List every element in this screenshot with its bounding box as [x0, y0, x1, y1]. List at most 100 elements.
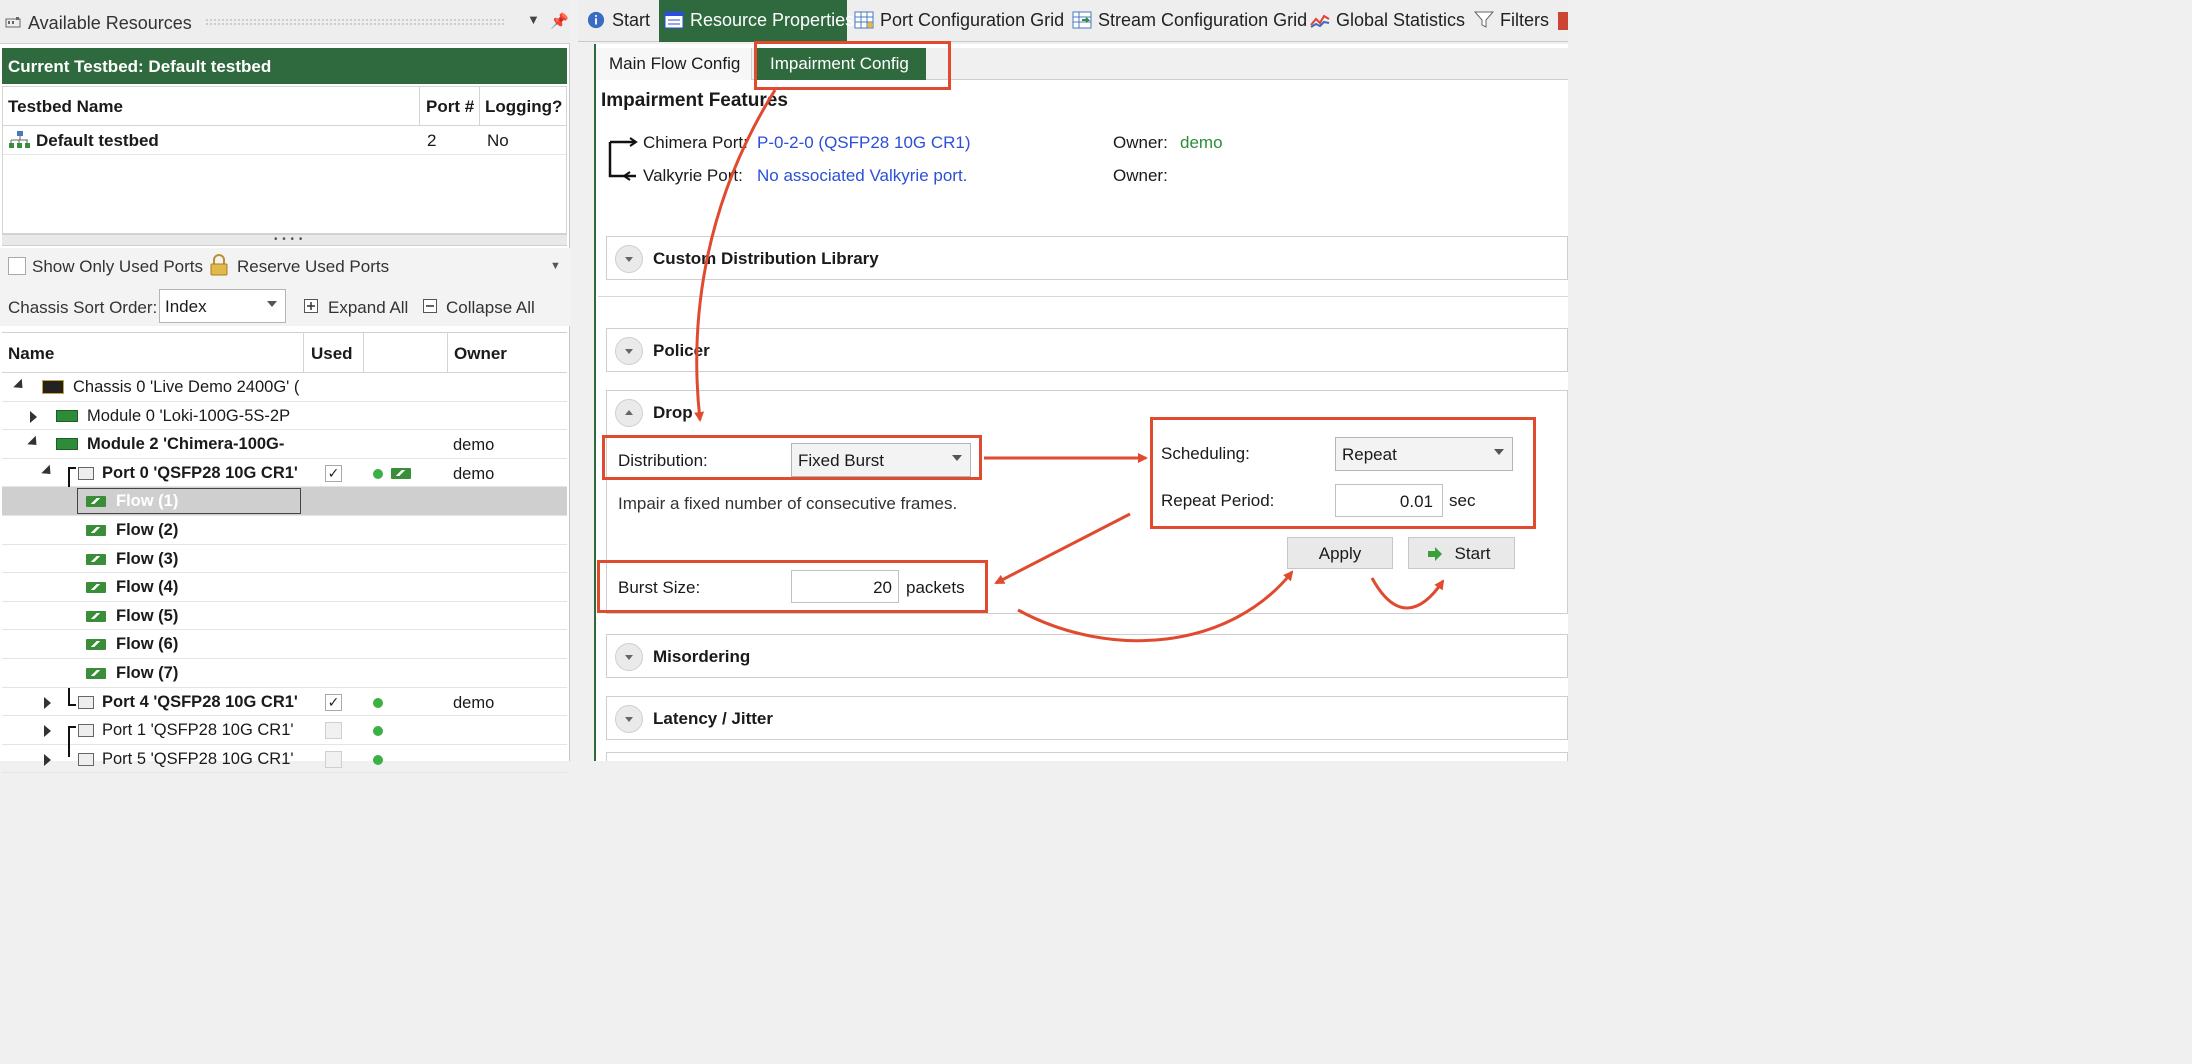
- collapsed-arrow-icon[interactable]: [30, 410, 37, 423]
- tree-row-port-1[interactable]: Port 1 'QSFP28 10G CR1': [2, 716, 567, 747]
- valkyrie-port-link[interactable]: No associated Valkyrie port.: [757, 166, 967, 186]
- owner-label: Owner:: [1113, 166, 1168, 185]
- tree-row-flow-5[interactable]: Flow (5): [2, 602, 567, 631]
- col-owner[interactable]: Owner: [448, 333, 567, 373]
- divider: [598, 296, 1568, 297]
- module-icon: [56, 409, 78, 422]
- owner-value: demo: [1180, 133, 1223, 152]
- arrow-right-icon: [1428, 547, 1442, 561]
- collapsed-arrow-icon[interactable]: [44, 696, 51, 709]
- properties-icon: [664, 11, 684, 29]
- expanded-arrow-icon[interactable]: [27, 435, 41, 450]
- tab-start[interactable]: Start: [586, 0, 650, 42]
- chimera-port-link[interactable]: P-0-2-0 (QSFP28 10G CR1): [757, 133, 971, 153]
- overflow-tab-icon[interactable]: [1558, 12, 1568, 30]
- tree-row-module-2[interactable]: Module 2 'Chimera-100G- demo: [2, 430, 567, 459]
- tab-resource-properties[interactable]: Resource Properties: [659, 0, 854, 42]
- port-pair-bracket: [68, 687, 76, 706]
- owner-label: Owner:: [1113, 133, 1168, 152]
- reserve-used-ports-button[interactable]: Reserve Used Ports: [237, 257, 389, 277]
- expanded-arrow-icon[interactable]: [13, 378, 27, 393]
- tree-row-flow-1[interactable]: Flow (1): [2, 487, 567, 516]
- status-dot-icon: [373, 468, 383, 479]
- col-testbed-name[interactable]: Testbed Name: [3, 87, 420, 125]
- focus-rect: [77, 488, 301, 515]
- tree-row-port-5[interactable]: Port 5 'QSFP28 10G CR1': [2, 744, 567, 774]
- tab-global-statistics[interactable]: Global Statistics: [1310, 0, 1465, 42]
- col-logging[interactable]: Logging?: [480, 87, 566, 125]
- impairment-features-title: Impairment Features: [601, 90, 788, 111]
- chevron-down-icon: [267, 301, 277, 307]
- chevron-down-icon[interactable]: [615, 245, 643, 273]
- show-used-ports-checkbox[interactable]: [8, 257, 26, 275]
- testbed-row[interactable]: Default testbed 2 No: [3, 125, 566, 155]
- col-status[interactable]: [364, 333, 448, 373]
- statistics-icon: [1310, 14, 1330, 28]
- resources-icon: [5, 17, 21, 28]
- collapse-all-button[interactable]: Collapse All: [446, 298, 535, 318]
- annotation-box-scheduling: [1150, 417, 1536, 529]
- tree-row-flow-7[interactable]: Flow (7): [2, 659, 567, 688]
- available-resources-panel: Available Resources ▼ 📌 Current Testbed:…: [0, 0, 570, 774]
- expanded-arrow-icon[interactable]: [41, 464, 55, 479]
- collapsed-arrow-icon[interactable]: [44, 725, 51, 738]
- show-used-ports-label[interactable]: Show Only Used Ports: [32, 257, 203, 277]
- flow-icon: [86, 496, 106, 508]
- panel-drag-grip[interactable]: [205, 18, 505, 26]
- chevron-up-icon[interactable]: [615, 399, 643, 427]
- section-policer[interactable]: Policer: [606, 328, 1568, 372]
- tree-row-port-0[interactable]: Port 0 'QSFP28 10G CR1' ✓ demo: [2, 459, 567, 489]
- port-used-checkbox[interactable]: [325, 722, 342, 740]
- flow-icon: [86, 582, 106, 594]
- collapse-all-icon: [423, 299, 437, 313]
- section-latency-jitter[interactable]: Latency / Jitter: [606, 696, 1568, 740]
- port-used-checkbox[interactable]: ✓: [325, 464, 342, 482]
- tab-stream-configuration-grid[interactable]: Stream Configuration Grid: [1072, 0, 1307, 42]
- apply-button[interactable]: Apply: [1287, 537, 1393, 569]
- chassis-sort-select[interactable]: Index: [159, 289, 286, 323]
- flow-icon: [86, 639, 106, 651]
- col-port-count[interactable]: Port #: [420, 87, 480, 125]
- pin-icon[interactable]: 📌: [550, 12, 569, 30]
- lock-icon: [210, 254, 228, 276]
- section-custom-distribution-library[interactable]: Custom Distribution Library: [606, 236, 1568, 280]
- status-dot-icon: [373, 754, 383, 765]
- tree-row-module-0[interactable]: Module 0 'Loki-100G-5S-2P: [2, 402, 567, 431]
- testbed-name-cell: Default testbed: [36, 131, 159, 150]
- panel-splitter[interactable]: • • • •: [2, 234, 567, 246]
- tree-row-flow-2[interactable]: Flow (2): [2, 516, 567, 545]
- port-icon: [78, 752, 94, 766]
- panel-menu-icon[interactable]: ▼: [527, 12, 540, 27]
- testbed-logging-cell: No: [487, 131, 509, 150]
- chimera-port-label: Chimera Port:: [643, 133, 748, 152]
- stream-grid-icon: [1072, 11, 1092, 29]
- tab-port-configuration-grid[interactable]: Port Configuration Grid: [854, 0, 1064, 42]
- col-used[interactable]: Used: [304, 333, 364, 373]
- panel-title: Available Resources: [28, 13, 192, 33]
- tree-filters: Show Only Used Ports Reserve Used Ports …: [0, 248, 570, 326]
- panel-header: Available Resources ▼ 📌: [0, 0, 570, 44]
- chevron-down-icon[interactable]: [615, 705, 643, 733]
- port-icon: [78, 695, 94, 709]
- tree-row-flow-6[interactable]: Flow (6): [2, 630, 567, 659]
- tree-row-flow-4[interactable]: Flow (4): [2, 573, 567, 602]
- tree-row-flow-3[interactable]: Flow (3): [2, 545, 567, 574]
- chevron-down-icon[interactable]: [615, 337, 643, 365]
- chevron-down-icon[interactable]: [615, 643, 643, 671]
- tab-filters[interactable]: Filters: [1474, 0, 1549, 42]
- port-pair-bracket: [68, 726, 76, 747]
- tree-row-chassis-0[interactable]: Chassis 0 'Live Demo 2400G' (: [2, 373, 567, 402]
- col-name[interactable]: Name: [2, 333, 304, 373]
- flow-icon: [391, 467, 411, 479]
- start-button[interactable]: Start: [1408, 537, 1515, 569]
- tab-main-flow-config[interactable]: Main Flow Config: [596, 48, 752, 80]
- chassis-sort-label: Chassis Sort Order:: [8, 298, 158, 317]
- expand-all-button[interactable]: Expand All: [328, 298, 408, 318]
- port-used-checkbox[interactable]: [325, 750, 342, 768]
- collapsed-arrow-icon[interactable]: [44, 753, 51, 766]
- tree-row-port-4[interactable]: Port 4 'QSFP28 10G CR1' ✓ demo: [2, 687, 567, 717]
- port-used-checkbox[interactable]: ✓: [325, 693, 342, 711]
- filters-overflow-icon[interactable]: ▼: [550, 260, 561, 272]
- flow-icon: [86, 525, 106, 536]
- section-misordering[interactable]: Misordering: [606, 634, 1568, 678]
